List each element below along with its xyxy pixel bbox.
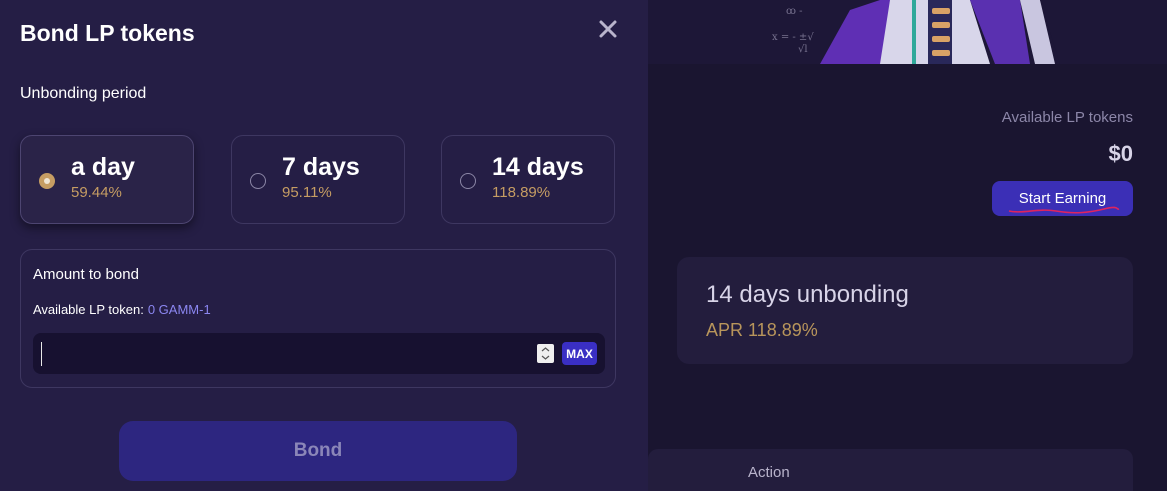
radio-icon [39, 173, 55, 189]
period-apr: 118.89% [492, 184, 551, 201]
unbonding-card: 14 days unbonding APR 118.89% [677, 257, 1133, 364]
math-decoration: x = - ±√ [772, 32, 814, 43]
stepper-icon [541, 347, 550, 360]
period-label: 14 days [492, 153, 584, 181]
period-label: a day [71, 153, 135, 181]
amount-to-bond-title: Amount to bond [33, 266, 139, 283]
unbonding-card-apr: APR 118.89% [706, 320, 818, 340]
period-apr: 59.44% [71, 184, 122, 201]
radio-icon [250, 173, 266, 189]
bond-lp-modal: Bond LP tokens Unbonding period a day 59… [0, 0, 648, 491]
character-illustration [820, 0, 1167, 64]
header-banner: ꝏ - x = - ±√ √l [648, 0, 1167, 64]
period-option-a-day[interactable]: a day 59.44% [20, 135, 194, 224]
amount-to-bond-panel: Amount to bond Available LP token: 0 GAMM… [20, 249, 616, 388]
period-label: 7 days [282, 153, 360, 181]
modal-title: Bond LP tokens [20, 20, 195, 46]
unbonding-card-title: 14 days unbonding [706, 281, 909, 308]
table-header-action: Action [748, 464, 790, 481]
red-underline-annotation [1008, 206, 1120, 214]
period-option-14-days[interactable]: 14 days 118.89% [441, 135, 615, 224]
radio-icon [460, 173, 476, 189]
available-lp-label: Available LP tokens [1001, 109, 1133, 126]
available-lp-token: Available LP token: 0 GAMM-1 [33, 302, 211, 317]
math-decoration: √l [798, 44, 808, 55]
table-header: Action [648, 449, 1133, 491]
available-lp-token-value[interactable]: 0 GAMM-1 [148, 302, 211, 317]
available-lp-token-label: Available LP token: [33, 302, 144, 317]
max-button[interactable]: MAX [562, 342, 597, 365]
period-option-7-days[interactable]: 7 days 95.11% [231, 135, 405, 224]
math-decoration: ꝏ - [786, 6, 803, 17]
unbonding-period-label: Unbonding period [20, 85, 147, 102]
close-icon [599, 20, 617, 38]
amount-stepper[interactable] [537, 344, 554, 363]
available-lp-value: $0 [1108, 141, 1133, 166]
amount-input-wrapper: MAX [33, 333, 605, 374]
period-apr: 95.11% [282, 184, 332, 201]
amount-input[interactable] [41, 342, 521, 366]
close-button[interactable] [596, 17, 620, 41]
bond-button[interactable]: Bond [119, 421, 517, 481]
